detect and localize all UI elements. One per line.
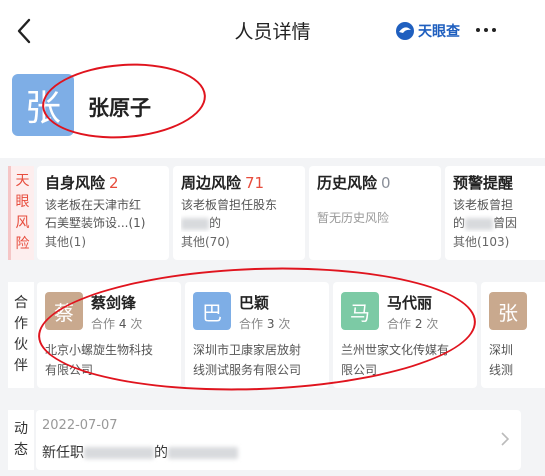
risk-card-surrounding[interactable]: 周边风险 71 该老板曾担任股东的 其他(70): [173, 166, 305, 260]
partner-name: 蔡剑锋: [91, 294, 137, 312]
partners-section: 合作伙伴 蔡 蔡剑锋 合作 4 次 北京小螺旋生物科技 有限公司 巴 巴颖 合作 …: [0, 272, 545, 398]
brand-name: 天眼查: [418, 24, 460, 40]
redacted-text: [465, 217, 494, 230]
profile-header: 张 张原子: [0, 62, 545, 158]
partner-card[interactable]: 张 深圳 线测: [481, 282, 545, 388]
brand-eye-icon: [396, 22, 414, 40]
redacted-text: [84, 447, 154, 459]
page-title: 人员详情: [234, 21, 311, 43]
news-date: 2022-07-07: [42, 418, 118, 433]
person-name: 张原子: [88, 96, 151, 120]
risk-section-label: 天眼风险: [8, 166, 34, 260]
partner-cooperation-count: 合作 3 次: [239, 317, 291, 331]
risk-card-title: 周边风险: [181, 174, 242, 192]
partner-avatar: 张: [489, 292, 527, 330]
risk-other: 其他(103): [453, 235, 510, 249]
top-nav-bar: 人员详情 天眼查: [0, 0, 545, 62]
partner-card[interactable]: 马 马代丽 合作 2 次 兰州世家文化传媒有 限公司: [333, 282, 477, 388]
partner-company: 深圳市卫康家居放射 线测试服务有限公司: [193, 343, 302, 377]
news-section-label: 动态: [8, 410, 34, 470]
risk-other: 其他(1): [45, 235, 86, 249]
redacted-text: [181, 217, 209, 230]
partner-cooperation-count: 合作 4 次: [91, 317, 143, 331]
news-text: 新任职的: [42, 442, 238, 462]
tianyancha-logo: 天眼查: [395, 20, 460, 42]
partner-avatar: 巴: [193, 292, 231, 330]
partner-card[interactable]: 蔡 蔡剑锋 合作 4 次 北京小螺旋生物科技 有限公司: [37, 282, 181, 388]
partner-avatar: 马: [341, 292, 379, 330]
risk-other: 其他(70): [181, 235, 230, 249]
risk-card-warning[interactable]: 预警提醒 该老板曾担的曾因 其他(103): [445, 166, 545, 260]
risk-card-title: 历史风险: [317, 174, 378, 192]
partner-avatar: 蔡: [45, 292, 83, 330]
partner-name: 巴颖: [239, 294, 270, 312]
news-section: 动态 2022-07-07 新任职的: [0, 404, 545, 476]
risk-card-title: 自身风险: [45, 174, 106, 192]
risk-count: 71: [245, 174, 265, 192]
risk-card-self[interactable]: 自身风险 2 该老板在天津市红 石美墅装饰设...(1) 其他(1): [37, 166, 169, 260]
partner-name: 马代丽: [387, 294, 433, 312]
partner-cooperation-count: 合作 2 次: [387, 317, 439, 331]
avatar: 张: [12, 74, 74, 136]
more-options-icon[interactable]: [476, 28, 496, 32]
risk-count: 0: [381, 174, 391, 192]
partner-company: 北京小螺旋生物科技 有限公司: [45, 343, 154, 377]
partners-section-label: 合作伙伴: [8, 282, 34, 388]
risk-card-title: 预警提醒: [453, 174, 514, 192]
risk-count: 2: [109, 174, 119, 192]
partner-card[interactable]: 巴 巴颖 合作 3 次 深圳市卫康家居放射 线测试服务有限公司: [185, 282, 329, 388]
redacted-text: [168, 447, 238, 459]
risk-card-history[interactable]: 历史风险 0 暂无历史风险: [309, 166, 441, 260]
chevron-right-icon: [499, 430, 511, 452]
news-item[interactable]: 2022-07-07 新任职的: [36, 410, 521, 470]
partner-company: 深圳 线测: [489, 343, 514, 377]
risk-empty-text: 暂无历史风险: [317, 211, 390, 225]
partner-company: 兰州世家文化传媒有 限公司: [341, 343, 450, 377]
risk-section: 天眼风险 自身风险 2 该老板在天津市红 石美墅装饰设...(1) 其他(1) 周边…: [0, 158, 545, 266]
